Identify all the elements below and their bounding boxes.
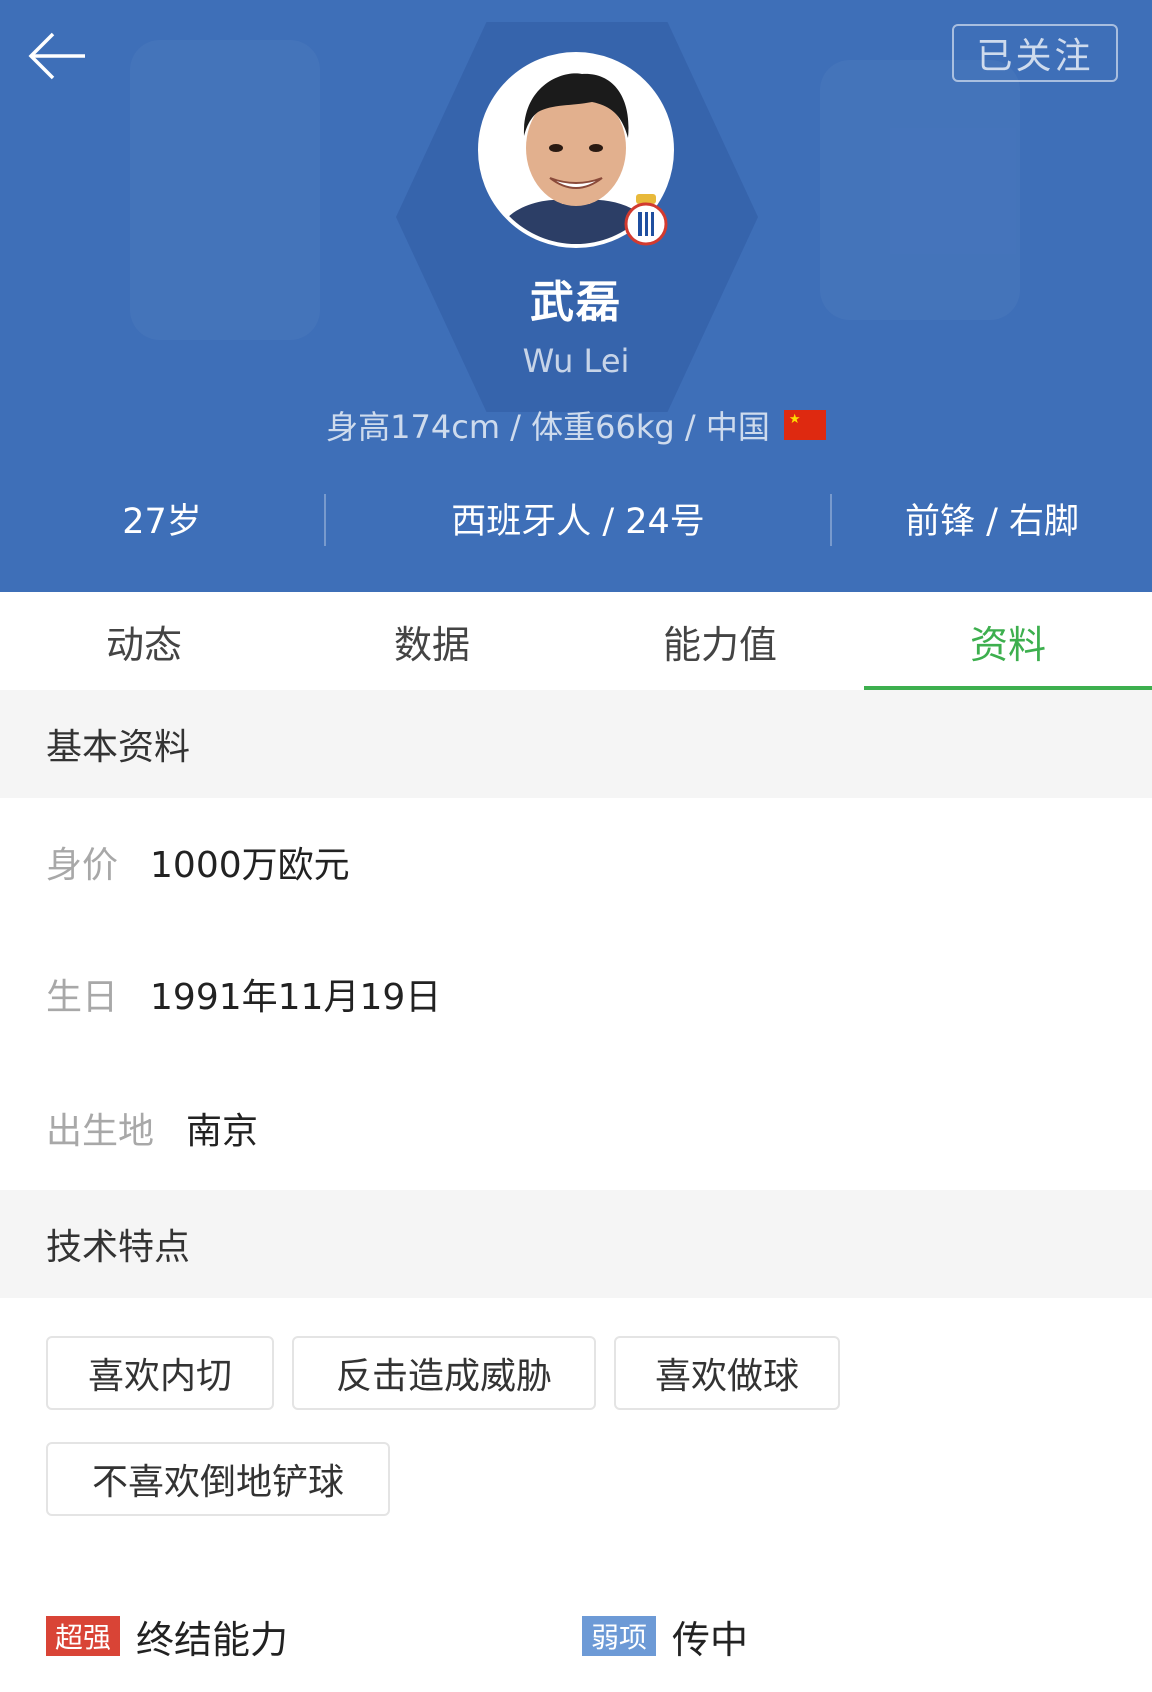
club-badge-icon: [624, 194, 668, 246]
tab-bar: 动态 数据 能力值 资料: [0, 592, 1152, 690]
stat-age: 27岁: [122, 501, 202, 542]
follow-button[interactable]: 已关注: [952, 24, 1118, 82]
player-name-chinese: 武磊: [530, 277, 622, 328]
tab-data[interactable]: 数据: [288, 592, 576, 690]
skill-tag: 反击造成威胁: [292, 1336, 596, 1410]
tab-profile[interactable]: 资料: [864, 592, 1152, 690]
info-row-birthplace: 出生地 南京: [46, 1098, 258, 1158]
info-value: 1000万欧元: [150, 845, 350, 886]
info-value: 南京: [186, 1111, 259, 1152]
strength-badge: 超强: [46, 1616, 120, 1656]
weakness-badge: 弱项: [582, 1616, 656, 1656]
tab-updates[interactable]: 动态: [0, 592, 288, 690]
stat-position: 前锋 / 右脚: [904, 501, 1080, 542]
player-name-english: Wu Lei: [522, 342, 630, 380]
strength-trait: 超强 终结能力: [46, 1608, 288, 1664]
info-label: 身价: [46, 845, 119, 886]
weakness-trait: 弱项 传中: [582, 1608, 748, 1664]
bio-text: 身高174cm / 体重66kg / 中国: [326, 408, 770, 446]
weakness-text: 传中: [672, 1617, 749, 1662]
skill-tag: 不喜欢倒地铲球: [46, 1442, 390, 1516]
strength-text: 终结能力: [136, 1617, 289, 1662]
stat-club: 西班牙人 / 24号: [451, 501, 705, 542]
skill-tag: 喜欢内切: [46, 1336, 274, 1410]
section-header-skills: 技术特点: [0, 1190, 1152, 1298]
tab-ability[interactable]: 能力值: [576, 592, 864, 690]
player-stats-row: 27岁 西班牙人 / 24号 前锋 / 右脚: [0, 488, 1152, 548]
player-bio: 身高174cm / 体重66kg / 中国 ★: [0, 402, 1152, 448]
china-flag-icon: ★: [783, 410, 826, 440]
back-arrow-icon: [28, 32, 85, 80]
info-row-market-value: 身价 1000万欧元: [46, 832, 350, 892]
skill-tag: 喜欢做球: [614, 1336, 840, 1410]
info-value: 1991年11月19日: [150, 977, 442, 1018]
back-button[interactable]: [22, 26, 94, 86]
info-row-birthday: 生日 1991年11月19日: [46, 964, 441, 1024]
player-header: 已关注 武磊 Wu Lei 身高174cm / 体重66kg / 中国 ★ 27…: [0, 0, 1152, 592]
info-label: 出生地: [46, 1111, 155, 1152]
section-header-basic-info: 基本资料: [0, 690, 1152, 798]
info-label: 生日: [46, 977, 119, 1018]
